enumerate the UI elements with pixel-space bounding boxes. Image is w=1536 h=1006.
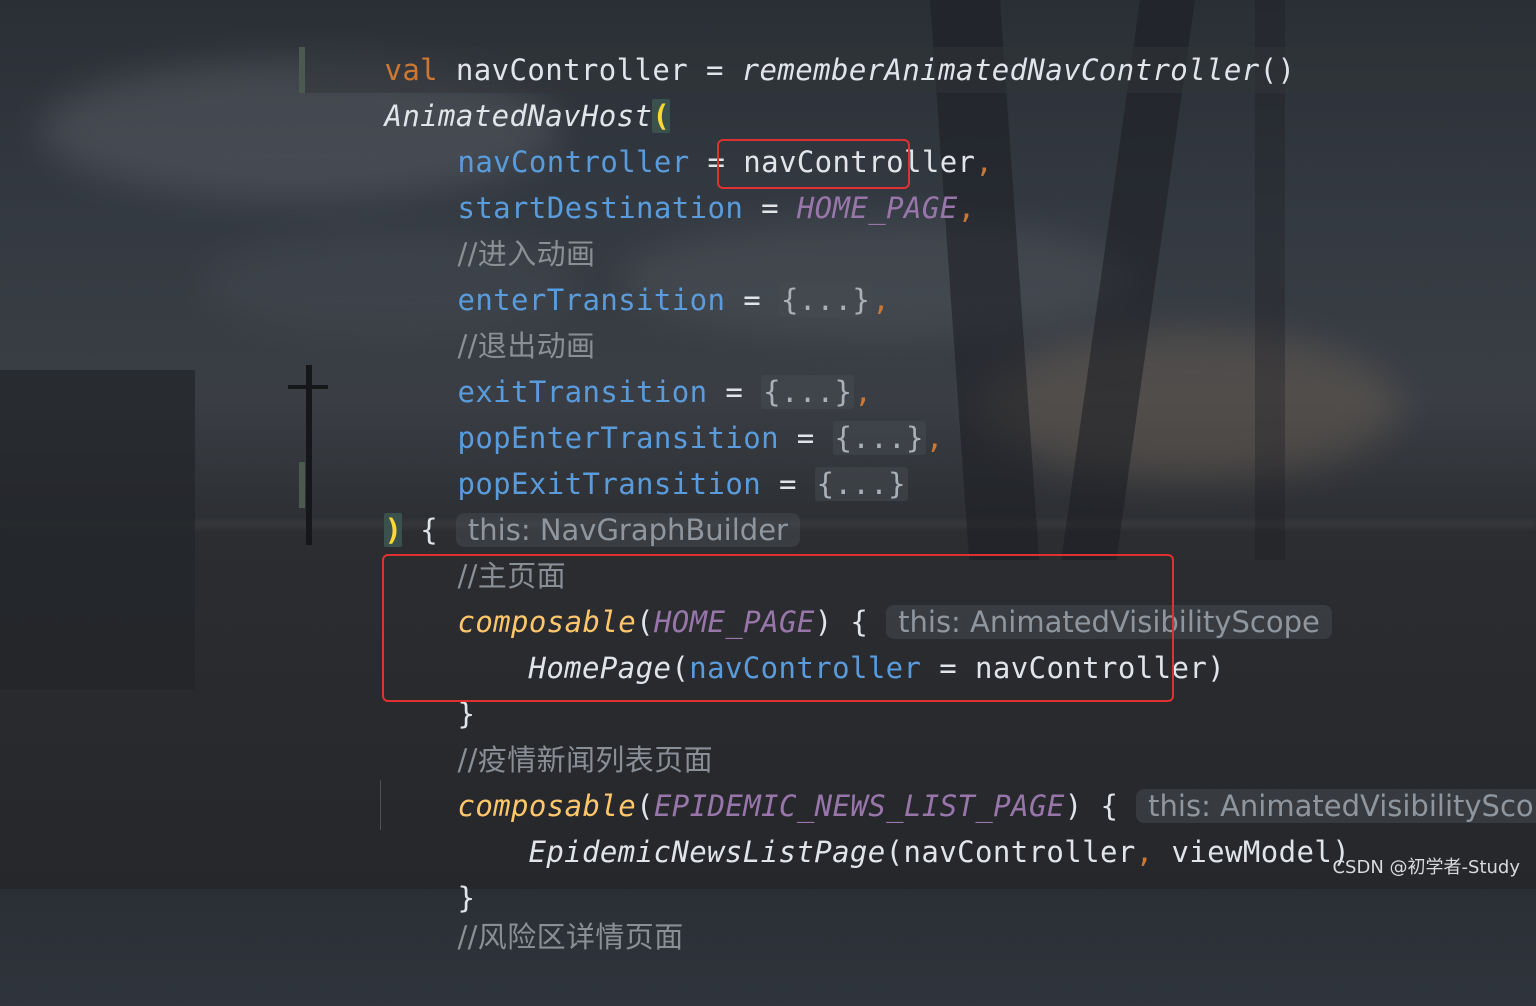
- folded-lambda[interactable]: {...}: [778, 283, 873, 317]
- comma: ,: [1135, 835, 1154, 869]
- code-comment: //风险区详情页面: [457, 920, 684, 954]
- comma: ,: [872, 283, 891, 317]
- code-editor[interactable]: val navController = rememberAnimatedNavC…: [0, 0, 1536, 954]
- open-paren: (: [885, 835, 904, 869]
- code-line-17[interactable]: composable(EPIDEMIC_NEWS_LIST_PAGE) { th…: [386, 737, 1536, 823]
- code-line-6[interactable]: enterTransition = {...},: [386, 231, 890, 317]
- code-line-5[interactable]: //进入动画: [386, 185, 595, 271]
- annotation-box-start-destination: [717, 139, 910, 189]
- argument-value: viewModel: [1153, 835, 1333, 869]
- code-line-11[interactable]: ) { this: NavGraphBuilder: [313, 461, 800, 547]
- code-line-3[interactable]: navController = navController,: [386, 93, 993, 179]
- equals: =: [725, 283, 779, 317]
- code-line-1[interactable]: val navController = rememberAnimatedNavC…: [313, 1, 1295, 87]
- argument-value: navController: [903, 835, 1136, 869]
- annotation-box-home-composable: [382, 554, 1174, 702]
- code-line-9[interactable]: popEnterTransition = {...},: [386, 369, 944, 455]
- comma: ,: [925, 421, 944, 455]
- code-line-18[interactable]: EpidemicNewsListPage(navController, view…: [457, 783, 1350, 869]
- watermark: CSDN @初学者-Study: [1332, 857, 1520, 878]
- constant-value: HOME_PAGE: [796, 191, 958, 225]
- code-line-20[interactable]: //风险区详情页面: [386, 868, 684, 954]
- function-call: rememberAnimatedNavController: [741, 53, 1260, 87]
- code-line-7[interactable]: //退出动画: [386, 277, 595, 363]
- close-paren: ): [1207, 651, 1226, 685]
- code-line-12[interactable]: //主页面: [386, 507, 566, 593]
- function-call: EpidemicNewsListPage: [528, 835, 886, 869]
- equals: =: [743, 191, 797, 225]
- folded-lambda[interactable]: {...}: [814, 467, 908, 501]
- code-line-2[interactable]: AnimatedNavHost(: [313, 47, 671, 133]
- comma: ,: [975, 145, 994, 179]
- code-line-10[interactable]: popExitTransition = {...}: [386, 415, 908, 501]
- call-parens: (): [1259, 53, 1296, 87]
- comma: ,: [957, 191, 976, 225]
- code-line-8[interactable]: exitTransition = {...},: [386, 323, 872, 409]
